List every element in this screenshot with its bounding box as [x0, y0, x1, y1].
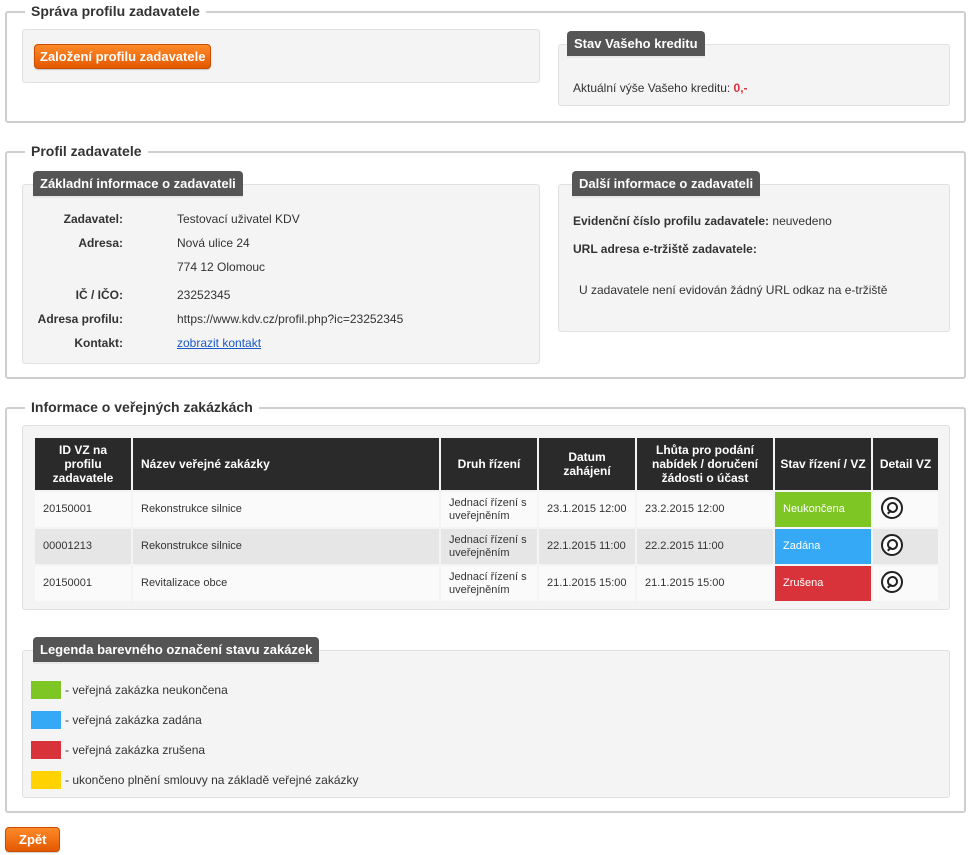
- cell-datum: 23.1.2015 12:00: [539, 492, 635, 527]
- col-stav: Stav řízení / VZ: [775, 438, 871, 490]
- col-detail: Detail VZ: [873, 438, 938, 490]
- status-badge: Neukončena: [775, 492, 871, 527]
- legend-item: - veřejná zakázka zadána: [31, 711, 202, 729]
- cell-id: 20150001: [35, 566, 131, 601]
- basic-info-panel: Zadavatel: Testovací uživatel KDV Adresa…: [22, 184, 540, 364]
- table-panel: ID VZ na profilu zadavatele Název veřejn…: [22, 425, 950, 610]
- cell-id: 00001213: [35, 529, 131, 564]
- cell-name: Revitalizace obce: [133, 566, 439, 601]
- cell-name: Rekonstrukce silnice: [133, 529, 439, 564]
- legend-item: - veřejná zakázka zrušena: [31, 741, 205, 759]
- row-value: 774 12 Olomouc: [177, 260, 266, 274]
- sprava-section: Správa profilu zadavatele Založení profi…: [5, 3, 966, 123]
- cell-druh: Jednací řízení s uveřejněním: [441, 492, 537, 527]
- credit-value: 0,-: [733, 81, 748, 95]
- row-label: Kontakt:: [74, 336, 123, 350]
- url-note: U zadavatele není evidován žádný URL odk…: [579, 283, 888, 297]
- create-profile-panel: Založení profilu zadavatele: [22, 29, 540, 83]
- create-profile-button[interactable]: Založení profilu zadavatele: [34, 44, 212, 69]
- row-label: Adresa profilu:: [37, 312, 123, 326]
- col-id: ID VZ na profilu zadavatele: [35, 438, 131, 490]
- basic-info-tab: Základní informace o zadavateli: [33, 171, 243, 198]
- detail-cell: [873, 566, 938, 601]
- cell-name: Rekonstrukce silnice: [133, 492, 439, 527]
- col-druh: Druh řízení: [441, 438, 537, 490]
- status-badge: Zadána: [775, 529, 871, 564]
- section-title: Profil zadavatele: [25, 143, 148, 159]
- row-value: Nová ulice 24: [177, 236, 250, 250]
- legend-swatch: [31, 681, 61, 699]
- cell-lhuta: 22.2.2015 11:00: [637, 529, 773, 564]
- table-row: 00001213 Rekonstrukce silnice Jednací říze…: [35, 529, 938, 564]
- show-contact-link[interactable]: zobrazit kontakt: [177, 336, 261, 350]
- col-lhuta: Lhůta pro podání nabídek / doručení žádo…: [637, 438, 773, 490]
- profil-section: Profil zadavatele Zadavatel: Testovací u…: [5, 143, 966, 379]
- table-row: 20150001 Revitalizace obce Jednací řízení …: [35, 566, 938, 601]
- url-label: URL adresa e-tržiště zadavatele:: [573, 242, 757, 256]
- row-label: Zadavatel:: [63, 212, 123, 226]
- legend-swatch: [31, 741, 61, 759]
- row-label: Adresa:: [78, 236, 123, 250]
- row-value: Testovací uživatel KDV: [177, 212, 300, 226]
- legend-swatch: [31, 771, 61, 789]
- section-title: Informace o veřejných zakázkách: [25, 399, 259, 415]
- credit-text: Aktuální výše Vašeho kreditu: 0,-: [573, 81, 748, 95]
- cell-lhuta: 21.1.2015 15:00: [637, 566, 773, 601]
- row-label: IČ / IČO:: [75, 288, 123, 302]
- cell-id: 20150001: [35, 492, 131, 527]
- evid-row: Evidenční číslo profilu zadavatele: neuv…: [573, 214, 832, 228]
- table-header-row: ID VZ na profilu zadavatele Název veřejn…: [35, 438, 938, 490]
- col-name: Název veřejné zakázky: [133, 438, 439, 490]
- cell-druh: Jednací řízení s uveřejněním: [441, 566, 537, 601]
- cell-lhuta: 23.2.2015 12:00: [637, 492, 773, 527]
- color-legend-panel: - veřejná zakázka neukončena - veřejná z…: [22, 650, 950, 798]
- row-value: 23252345: [177, 288, 231, 302]
- col-datum: Datum zahájení: [539, 438, 635, 490]
- magnifier-icon[interactable]: [881, 570, 903, 593]
- magnifier-icon[interactable]: [881, 533, 903, 556]
- back-button[interactable]: Zpět: [5, 827, 61, 852]
- cell-datum: 22.1.2015 11:00: [539, 529, 635, 564]
- magnifier-icon[interactable]: [881, 496, 903, 519]
- profile-url: https://www.kdv.cz/profil.php?ic=2325234…: [177, 312, 404, 326]
- cell-druh: Jednací řízení s uveřejněním: [441, 529, 537, 564]
- color-legend-tab: Legenda barevného označení stavu zakázek: [33, 637, 320, 664]
- detail-cell: [873, 529, 938, 564]
- legend-item: - ukončeno plnění smlouvy na základě veř…: [31, 771, 359, 789]
- zakazky-section: Informace o veřejných zakázkách ID VZ na…: [5, 399, 966, 813]
- cell-datum: 21.1.2015 15:00: [539, 566, 635, 601]
- section-title: Správa profilu zadavatele: [25, 3, 206, 19]
- more-info-tab: Další informace o zadavateli: [572, 171, 761, 198]
- status-badge: Zrušena: [775, 566, 871, 601]
- legend-item: - veřejná zakázka neukončena: [31, 681, 228, 699]
- detail-cell: [873, 492, 938, 527]
- more-info-panel: Evidenční číslo profilu zadavatele: neuv…: [558, 184, 950, 332]
- legend-swatch: [31, 711, 61, 729]
- credit-tab: Stav Vašeho kreditu: [567, 31, 705, 58]
- table-row: 20150001 Rekonstrukce silnice Jednací říze…: [35, 492, 938, 527]
- vz-table: ID VZ na profilu zadavatele Název veřejn…: [33, 436, 940, 603]
